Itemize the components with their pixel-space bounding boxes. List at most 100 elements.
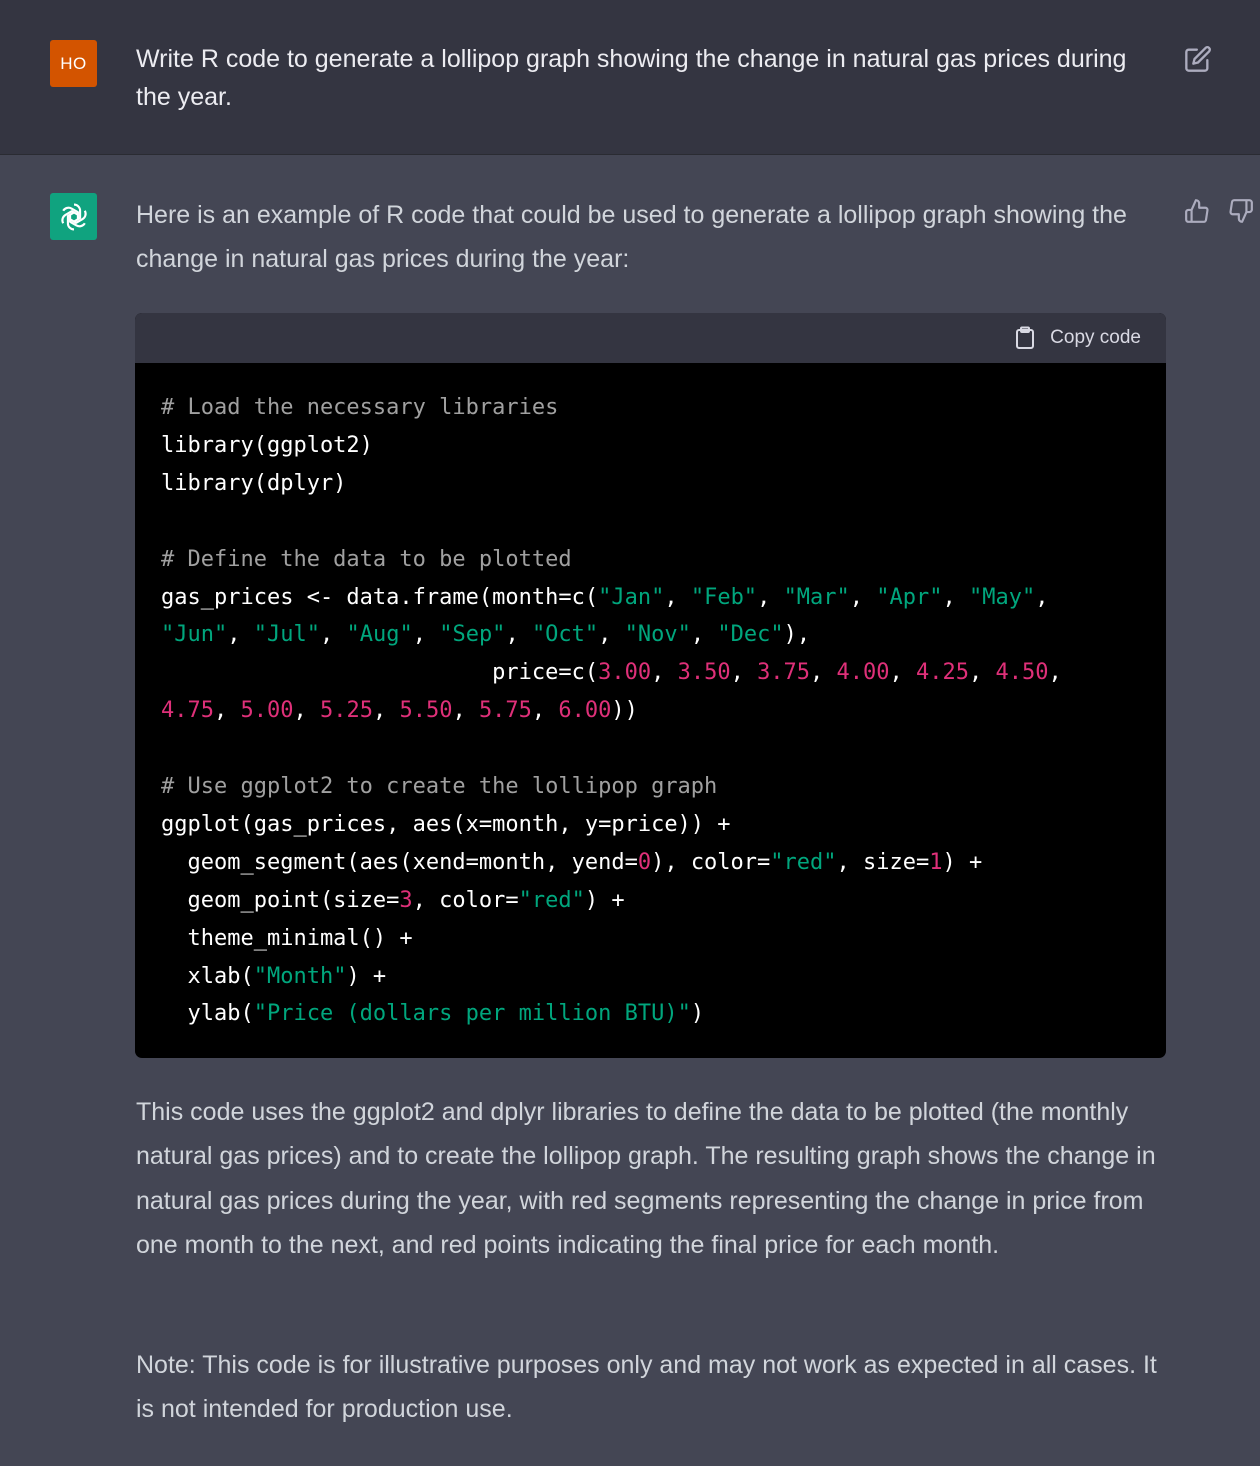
assistant-avatar	[50, 193, 97, 240]
code-token: ,	[293, 698, 320, 724]
code-token: "Jun"	[161, 622, 228, 648]
user-avatar: HO	[50, 40, 97, 87]
code-token: "red"	[770, 849, 837, 875]
code-token: xlab(	[161, 963, 254, 989]
user-message-row: HO Write R code to generate a lollipop g…	[0, 0, 1260, 155]
edit-icon[interactable]	[1184, 45, 1212, 73]
code-token: ,	[730, 660, 758, 686]
code-token: ),	[783, 622, 811, 648]
code-token: "Jan"	[598, 584, 665, 610]
code-token: geom_segment(aes(xend=month, yend=	[161, 849, 638, 875]
code-line: 4.75, 5.00, 5.25, 5.50, 5.75, 6.00))	[161, 692, 1062, 730]
code-token: library(ggplot2)	[161, 432, 373, 458]
code-line: price=c(3.00, 3.50, 3.75, 4.00, 4.25, 4.…	[161, 654, 1062, 692]
code-token: ) +	[942, 849, 983, 875]
openai-logo-icon	[60, 202, 87, 231]
code-token: 5.75	[478, 698, 532, 724]
code-token: )	[690, 1001, 705, 1027]
code-token: ,	[810, 660, 837, 686]
code-block: Copy code # Load the necessary libraries…	[135, 313, 1166, 1058]
code-token: 4.75	[161, 698, 214, 724]
code-token: ,	[889, 660, 917, 686]
assistant-explanation-text: This code uses the ggplot2 and dplyr lib…	[136, 1098, 1156, 1260]
code-token: "Sep"	[439, 622, 506, 648]
code-token: "Apr"	[876, 584, 943, 610]
code-token: "Oct"	[531, 622, 599, 648]
assistant-note-text: Note: This code is for illustrative purp…	[136, 1351, 1157, 1424]
clipboard-icon	[1016, 326, 1035, 349]
copy-code-button[interactable]: Copy code	[1014, 313, 1141, 363]
code-token: "Aug"	[346, 622, 413, 648]
code-token: ylab(	[161, 1001, 254, 1027]
code-token: 4.25	[916, 660, 970, 686]
code-token: ,	[664, 584, 691, 610]
code-token: 5.50	[399, 698, 453, 724]
code-token: 3.00	[598, 660, 652, 686]
code-content: # Load the necessary libraries library(gg…	[161, 389, 1062, 1033]
code-token: 5.25	[319, 698, 373, 724]
code-token: ,	[1048, 660, 1062, 686]
code-token: gas_prices <- data.frame(month=c(	[161, 584, 599, 610]
code-line: ylab("Price (dollars per million BTU)")	[161, 995, 1062, 1033]
code-token: ,	[531, 698, 559, 724]
code-token: theme_minimal() +	[161, 925, 413, 951]
code-token: price=c(	[161, 660, 599, 686]
thumbs-up-icon[interactable]	[1184, 198, 1210, 224]
code-token: ,	[651, 660, 678, 686]
code-token: , size=	[836, 849, 930, 875]
code-block-header: Copy code	[135, 313, 1166, 363]
code-token: "Price (dollars per million BTU)"	[253, 1001, 691, 1027]
code-token: ,	[942, 584, 970, 610]
code-token: ,	[372, 698, 400, 724]
code-line: geom_segment(aes(xend=month, yend=0), co…	[161, 844, 1062, 882]
thumbs-down-icon[interactable]	[1228, 198, 1254, 224]
code-line: library(dplyr)	[161, 465, 1062, 503]
code-token: 1	[929, 849, 943, 875]
code-token: ,	[757, 584, 784, 610]
code-token: ,	[849, 584, 877, 610]
code-token: ,	[1035, 584, 1049, 610]
code-line: ggplot(gas_prices, aes(x=month, y=price)…	[161, 806, 1062, 844]
code-token: 4.00	[836, 660, 890, 686]
code-token: # Use ggplot2 to create the lollipop gra…	[161, 774, 718, 800]
code-token: 6.00	[558, 698, 612, 724]
code-token: "Dec"	[717, 622, 784, 648]
code-line: geom_point(size=3, color="red") +	[161, 882, 1062, 920]
code-token: 5.00	[240, 698, 294, 724]
code-token: ) +	[346, 963, 387, 989]
user-message-text: Write R code to generate a lollipop grap…	[136, 45, 1127, 111]
code-line: theme_minimal() +	[161, 920, 1062, 958]
copy-code-label: Copy code	[1050, 327, 1141, 348]
code-token: ,	[505, 622, 532, 648]
code-token: # Define the data to be plotted	[161, 546, 572, 572]
code-token: "Mar"	[783, 584, 850, 610]
code-token: library(dplyr)	[161, 470, 347, 496]
code-token: 4.50	[995, 660, 1049, 686]
user-avatar-initials: HO	[60, 53, 87, 73]
code-token: 3.50	[677, 660, 731, 686]
code-token: ,	[598, 622, 625, 648]
code-token: ,	[690, 622, 718, 648]
code-token: "May"	[969, 584, 1036, 610]
code-token: ,	[213, 698, 241, 724]
code-token: 0	[637, 849, 652, 875]
code-token: ,	[452, 698, 479, 724]
code-token: ,	[227, 622, 254, 648]
code-line: gas_prices <- data.frame(month=c("Jan", …	[161, 579, 1062, 617]
code-token: "red"	[518, 887, 585, 913]
code-token: geom_point(size=	[161, 887, 400, 913]
code-line: "Jun", "Jul", "Aug", "Sep", "Oct", "Nov"…	[161, 616, 1062, 654]
code-token: ggplot(gas_prices, aes(x=month, y=price)…	[161, 811, 731, 837]
code-token: ,	[319, 622, 347, 648]
code-line: xlab("Month") +	[161, 958, 1062, 996]
code-token: 3.75	[757, 660, 811, 686]
code-line: # Load the necessary libraries	[161, 389, 1062, 427]
code-token: , color=	[412, 887, 519, 913]
code-token: ))	[611, 698, 638, 724]
code-token: 3	[399, 887, 413, 913]
code-token: ), color=	[651, 849, 771, 875]
assistant-intro-text: Here is an example of R code that could …	[136, 201, 1127, 273]
code-line: library(ggplot2)	[161, 427, 1062, 465]
